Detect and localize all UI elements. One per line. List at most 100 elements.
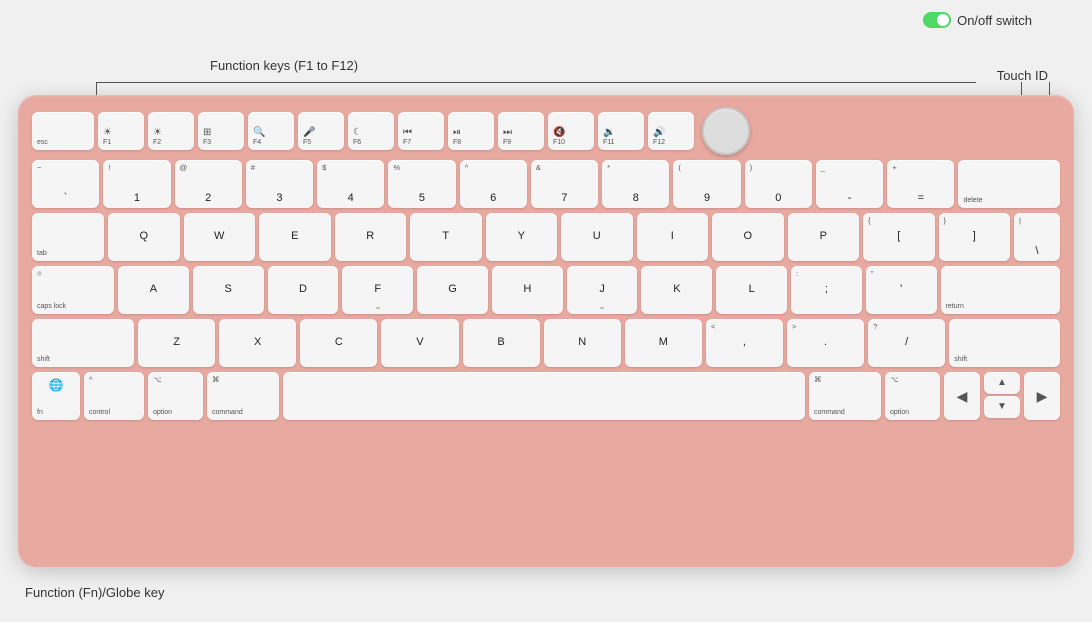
key-v-char: V xyxy=(416,336,423,349)
key-backtick[interactable]: ~ ` xyxy=(32,160,99,208)
key-f7[interactable]: ⏮ F7 xyxy=(398,112,444,150)
key-2-main: 2 xyxy=(205,192,211,205)
key-n-char: N xyxy=(578,336,586,349)
key-shift-left[interactable]: shift xyxy=(32,319,134,367)
key-y[interactable]: Y xyxy=(486,213,558,261)
key-fn-globe[interactable]: 🌐 fn xyxy=(32,372,80,420)
key-4-top: $ xyxy=(322,163,326,172)
key-esc[interactable]: esc xyxy=(32,112,94,150)
key-f2[interactable]: ☀ F2 xyxy=(148,112,194,150)
key-z[interactable]: Z xyxy=(138,319,215,367)
key-minus-top: _ xyxy=(821,163,825,172)
key-2[interactable]: @ 2 xyxy=(175,160,242,208)
key-minus[interactable]: _ - xyxy=(816,160,883,208)
key-backslash[interactable]: | \ xyxy=(1014,213,1060,261)
arrow-up-icon: ▲ xyxy=(997,377,1007,389)
key-0[interactable]: ) 0 xyxy=(745,160,812,208)
key-delete[interactable]: delete xyxy=(958,160,1060,208)
key-8[interactable]: * 8 xyxy=(602,160,669,208)
key-f10-label: F10 xyxy=(553,139,565,147)
key-t[interactable]: T xyxy=(410,213,482,261)
arrow-left-icon: ◀ xyxy=(957,388,968,405)
key-c[interactable]: C xyxy=(300,319,377,367)
key-h[interactable]: H xyxy=(492,266,563,314)
key-delete-label: delete xyxy=(963,197,982,205)
key-option-right[interactable]: ⌥ option xyxy=(885,372,940,420)
key-caps-lock[interactable]: caps lock xyxy=(32,266,114,314)
key-1[interactable]: ! 1 xyxy=(103,160,170,208)
key-6[interactable]: ^ 6 xyxy=(460,160,527,208)
key-tab[interactable]: tab xyxy=(32,213,104,261)
key-u[interactable]: U xyxy=(561,213,633,261)
key-open-bracket[interactable]: { [ xyxy=(863,213,935,261)
key-l[interactable]: L xyxy=(716,266,787,314)
key-3[interactable]: # 3 xyxy=(246,160,313,208)
key-d[interactable]: D xyxy=(268,266,339,314)
key-slash[interactable]: ? / xyxy=(868,319,945,367)
key-f12[interactable]: 🔊 F12 xyxy=(648,112,694,150)
key-command-left[interactable]: ⌘ command xyxy=(207,372,279,420)
key-comma[interactable]: < , xyxy=(706,319,783,367)
key-a[interactable]: A xyxy=(118,266,189,314)
key-equals[interactable]: + = xyxy=(887,160,954,208)
arrow-down-icon: ▼ xyxy=(997,401,1007,413)
fn-globe-key-text: Function (Fn)/Globe key xyxy=(25,585,164,600)
key-f5[interactable]: 🎤 F5 xyxy=(298,112,344,150)
key-d-char: D xyxy=(299,283,307,296)
key-semicolon[interactable]: : ; xyxy=(791,266,862,314)
key-l-char: L xyxy=(749,283,755,296)
key-5[interactable]: % 5 xyxy=(388,160,455,208)
key-f11[interactable]: 🔉 F11 xyxy=(598,112,644,150)
key-f8[interactable]: ⏯ F8 xyxy=(448,112,494,150)
key-touch-id[interactable] xyxy=(702,107,750,155)
key-spacebar[interactable] xyxy=(283,372,805,420)
key-backslash-main: \ xyxy=(1035,245,1038,258)
key-arrow-left[interactable]: ◀ xyxy=(944,372,980,420)
key-e[interactable]: E xyxy=(259,213,331,261)
key-m[interactable]: M xyxy=(625,319,702,367)
key-slash-top: ? xyxy=(873,322,877,331)
key-equals-main: = xyxy=(918,192,924,205)
key-arrow-right[interactable]: ▶ xyxy=(1024,372,1060,420)
key-s[interactable]: S xyxy=(193,266,264,314)
key-option-left[interactable]: ⌥ option xyxy=(148,372,203,420)
key-quote[interactable]: " ' xyxy=(866,266,937,314)
key-f2-icon: ☀ xyxy=(153,127,162,139)
key-g-char: G xyxy=(448,283,457,296)
key-p[interactable]: P xyxy=(788,213,860,261)
key-close-bracket[interactable]: } ] xyxy=(939,213,1011,261)
key-shift-right[interactable]: shift xyxy=(949,319,1060,367)
key-q[interactable]: Q xyxy=(108,213,180,261)
key-b[interactable]: B xyxy=(463,319,540,367)
key-k[interactable]: K xyxy=(641,266,712,314)
key-f10[interactable]: 🔇 F10 xyxy=(548,112,594,150)
key-w[interactable]: W xyxy=(184,213,256,261)
key-4[interactable]: $ 4 xyxy=(317,160,384,208)
key-f6[interactable]: ☾ F6 xyxy=(348,112,394,150)
key-n[interactable]: N xyxy=(544,319,621,367)
key-x[interactable]: X xyxy=(219,319,296,367)
key-f4[interactable]: 🔍 F4 xyxy=(248,112,294,150)
key-return[interactable]: return xyxy=(941,266,1060,314)
key-period[interactable]: > . xyxy=(787,319,864,367)
key-arrow-up[interactable]: ▲ xyxy=(984,372,1020,394)
key-control[interactable]: ^ control xyxy=(84,372,144,420)
key-f3[interactable]: ⊞ F3 xyxy=(198,112,244,150)
key-v[interactable]: V xyxy=(381,319,458,367)
key-g[interactable]: G xyxy=(417,266,488,314)
key-9[interactable]: ( 9 xyxy=(673,160,740,208)
key-f[interactable]: F xyxy=(342,266,413,314)
key-backslash-top: | xyxy=(1019,216,1021,225)
key-command-right[interactable]: ⌘ command xyxy=(809,372,881,420)
key-o-char: O xyxy=(743,230,752,243)
key-r[interactable]: R xyxy=(335,213,407,261)
key-f1[interactable]: ☀ F1 xyxy=(98,112,144,150)
key-f9[interactable]: ⏭ F9 xyxy=(498,112,544,150)
key-return-label: return xyxy=(946,303,964,311)
key-o[interactable]: O xyxy=(712,213,784,261)
key-j[interactable]: J xyxy=(567,266,638,314)
key-i[interactable]: I xyxy=(637,213,709,261)
key-f12-icon: 🔊 xyxy=(653,127,665,139)
key-7[interactable]: & 7 xyxy=(531,160,598,208)
key-arrow-down[interactable]: ▼ xyxy=(984,396,1020,418)
